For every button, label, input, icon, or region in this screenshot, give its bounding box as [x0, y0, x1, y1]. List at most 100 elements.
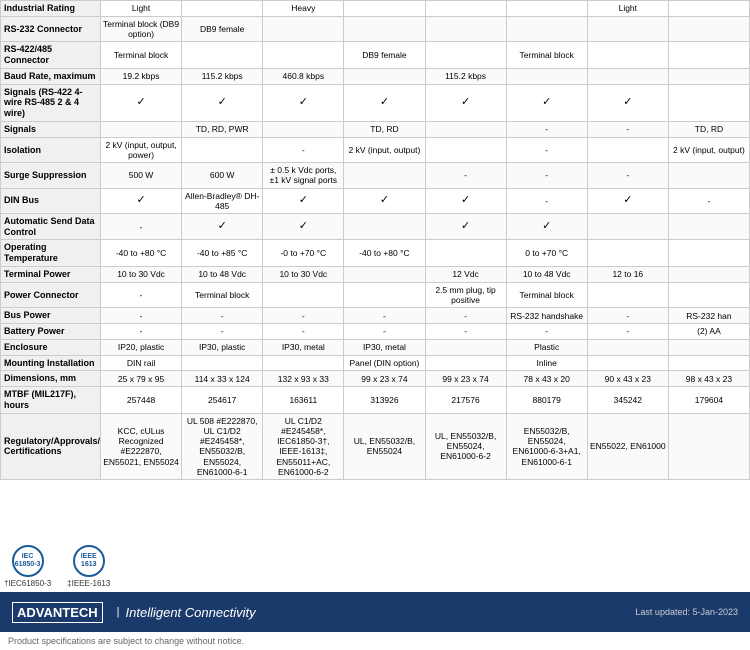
cell: -	[587, 121, 668, 137]
main-container: Industrial RatingLightHeavyLightRS-232 C…	[0, 0, 750, 650]
cell: Inline	[506, 355, 587, 371]
cell	[344, 1, 425, 17]
cell	[668, 282, 749, 307]
cell: (2) AA	[668, 324, 749, 340]
cell: TD, RD	[668, 121, 749, 137]
cell	[182, 355, 263, 371]
row-label: Enclosure	[1, 339, 101, 355]
cell	[587, 68, 668, 84]
table-row: Industrial RatingLightHeavyLight	[1, 1, 750, 17]
cert-label: ‡IEEE-1613	[67, 579, 110, 588]
row-label: Surge Suppression	[1, 163, 101, 188]
cell	[668, 68, 749, 84]
cell: ✓	[182, 84, 263, 121]
table-row: MTBF (MIL217F), hours2574482546171636113…	[1, 387, 750, 414]
cell	[587, 16, 668, 41]
cell: 10 to 30 Vdc	[101, 267, 182, 283]
row-label: MTBF (MIL217F), hours	[1, 387, 101, 414]
cell: 2 kV (input, output)	[668, 137, 749, 162]
cell	[668, 42, 749, 69]
table-row: Surge Suppression500 W600 W± 0.5 k Vdc p…	[1, 163, 750, 188]
cell	[668, 413, 749, 479]
row-label: RS-422/485 Connector	[1, 42, 101, 69]
table-row: Regulatory/Approvals/ CertificationsKCC,…	[1, 413, 750, 479]
footer-logo: ADVANTECH	[12, 602, 103, 623]
cell: 500 W	[101, 163, 182, 188]
cell: 217576	[425, 387, 506, 414]
cell: ✓	[587, 188, 668, 213]
cell	[506, 68, 587, 84]
cell: ✓	[425, 188, 506, 213]
cert-badge: IEEE 1613	[73, 545, 105, 577]
table-row: RS-422/485 ConnectorTerminal blockDB9 fe…	[1, 42, 750, 69]
cell: 2.5 mm plug, tip positive	[425, 282, 506, 307]
footer-tagline: Intelligent Connectivity	[126, 605, 256, 620]
table-row: Signals (RS-422 4-wire RS-485 2 & 4 wire…	[1, 84, 750, 121]
cell: 10 to 30 Vdc	[263, 267, 344, 283]
cell	[668, 267, 749, 283]
cell: 257448	[101, 387, 182, 414]
table-row: Terminal Power10 to 30 Vdc10 to 48 Vdc10…	[1, 267, 750, 283]
cell	[182, 1, 263, 17]
cell	[425, 339, 506, 355]
cell	[668, 240, 749, 267]
cell	[344, 213, 425, 240]
cell	[506, 1, 587, 17]
row-label: Mounting Installation	[1, 355, 101, 371]
cell: IP30, metal	[344, 339, 425, 355]
cell	[425, 42, 506, 69]
cell	[668, 84, 749, 121]
cell: ✓	[263, 84, 344, 121]
cell: ✓	[263, 213, 344, 240]
cell: ✓	[506, 213, 587, 240]
row-label: Regulatory/Approvals/ Certifications	[1, 413, 101, 479]
cell: ± 0.5 k Vdc ports, ±1 kV signal ports	[263, 163, 344, 188]
cell: ✓	[506, 84, 587, 121]
specs-table: Industrial RatingLightHeavyLightRS-232 C…	[0, 0, 750, 480]
cert-item: IEC 61850-3†IEC61850-3	[4, 545, 51, 588]
cell: -	[425, 324, 506, 340]
cell	[587, 339, 668, 355]
logos-row: IEC 61850-3†IEC61850-3 IEEE 1613 ‡IEEE-161…	[0, 541, 750, 592]
cell	[668, 16, 749, 41]
footer-divider: |	[117, 606, 120, 618]
cell	[263, 42, 344, 69]
cell: -	[506, 324, 587, 340]
cell: 313926	[344, 387, 425, 414]
cell: ✓	[425, 213, 506, 240]
table-row: EnclosureIP20, plasticIP30, plasticIP30,…	[1, 339, 750, 355]
cell: 25 x 79 x 95	[101, 371, 182, 387]
cell: 12 to 16	[587, 267, 668, 283]
cell	[344, 282, 425, 307]
cell: -	[587, 163, 668, 188]
cell: 115.2 kbps	[425, 68, 506, 84]
cell: 99 x 23 x 74	[344, 371, 425, 387]
cert-item: IEEE 1613 ‡IEEE-1613	[67, 545, 110, 588]
cell: -	[263, 137, 344, 162]
cell: -	[182, 324, 263, 340]
cell: ✓	[344, 84, 425, 121]
cell	[506, 16, 587, 41]
cell: 132 x 93 x 33	[263, 371, 344, 387]
row-label: DIN Bus	[1, 188, 101, 213]
table-row: Operating Temperature-40 to +80 °C-40 to…	[1, 240, 750, 267]
cell: IP30, metal	[263, 339, 344, 355]
cell: 78 x 43 x 20	[506, 371, 587, 387]
cell	[344, 68, 425, 84]
cell	[425, 355, 506, 371]
cell: 600 W	[182, 163, 263, 188]
cell: 12 Vdc	[425, 267, 506, 283]
row-label: Power Connector	[1, 282, 101, 307]
cell	[587, 282, 668, 307]
disclaimer: Product specifications are subject to ch…	[0, 632, 750, 650]
cell: -	[506, 137, 587, 162]
cell: Allen-Bradley® DH-485	[182, 188, 263, 213]
row-label: Industrial Rating	[1, 1, 101, 17]
cell	[263, 16, 344, 41]
cell: ✓	[587, 84, 668, 121]
cell	[263, 282, 344, 307]
cell: -	[101, 324, 182, 340]
cell: UL, EN55032/B, EN55024	[344, 413, 425, 479]
cert-label: †IEC61850-3	[4, 579, 51, 588]
cell: 10 to 48 Vdc	[506, 267, 587, 283]
